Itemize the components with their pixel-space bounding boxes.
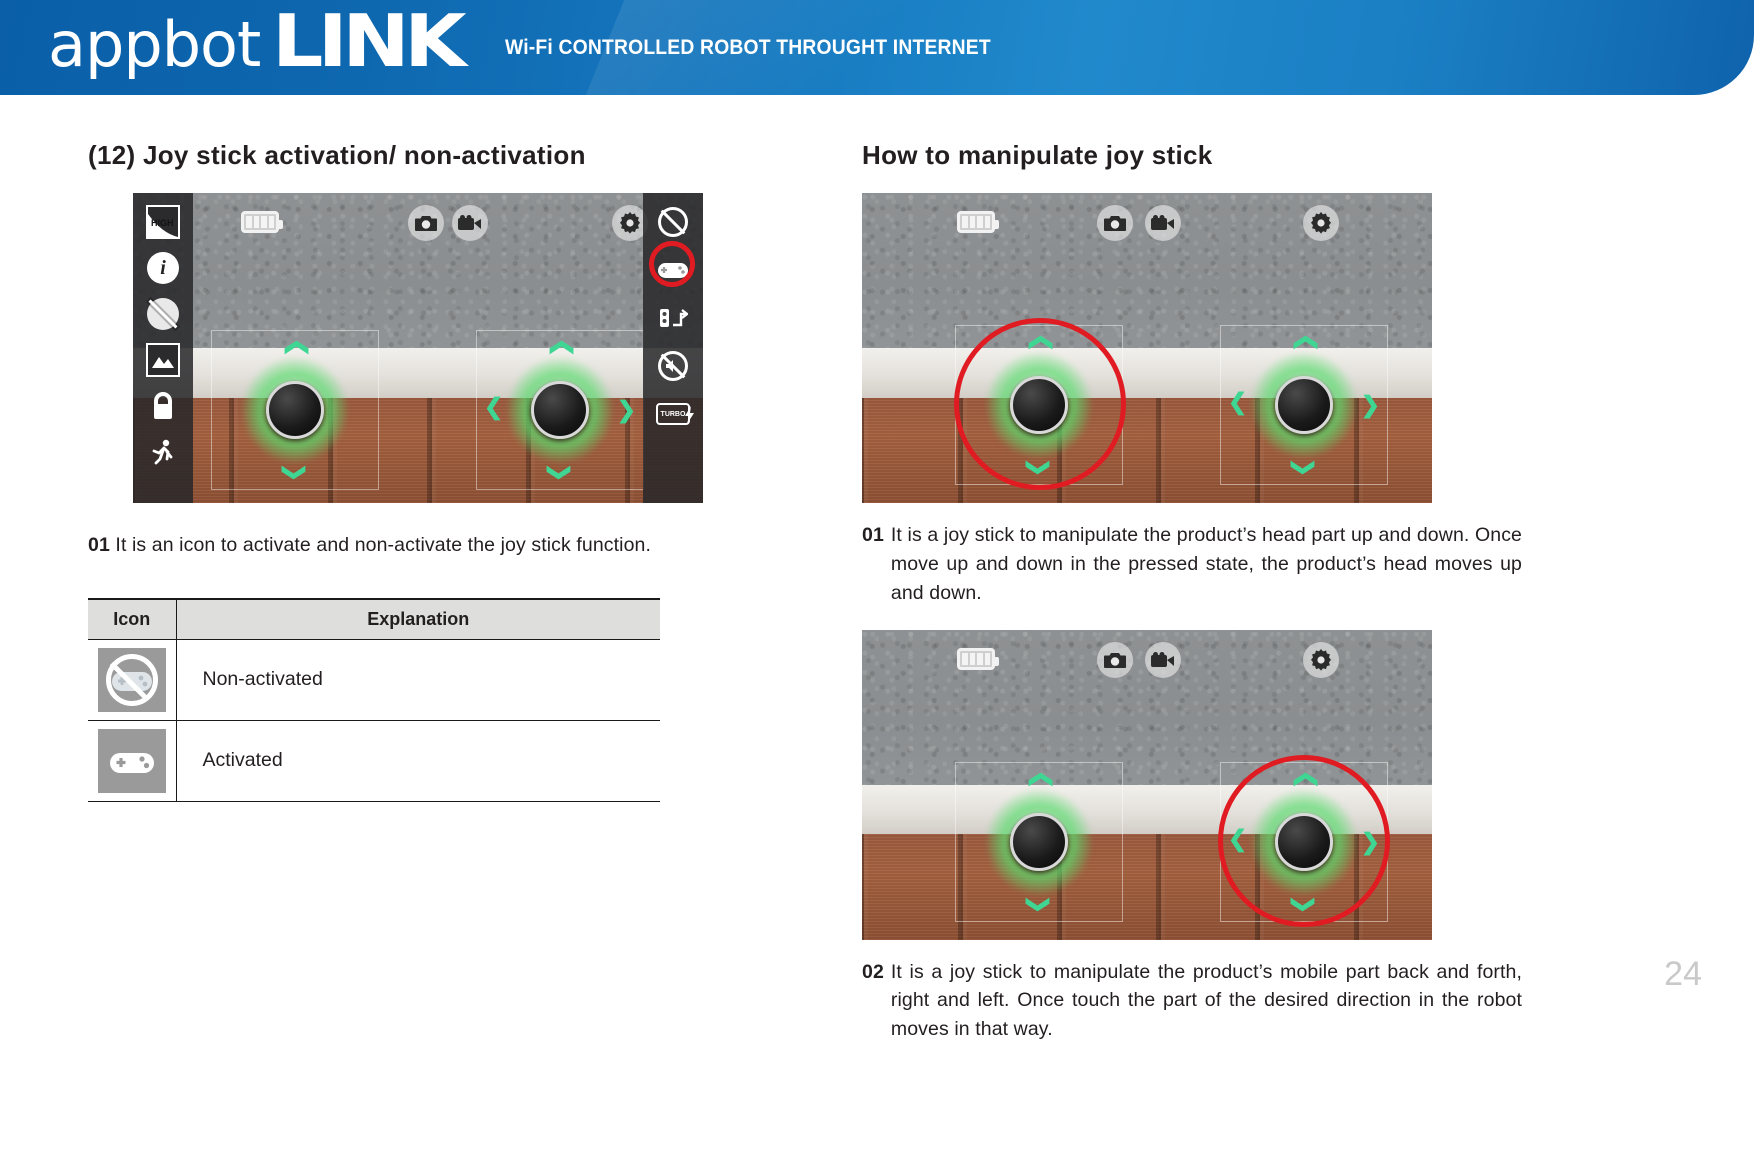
joystick-arrow-left-icon: ❯ bbox=[484, 397, 504, 424]
joystick-arrow-left-icon: ❯ bbox=[1228, 392, 1248, 419]
table-header-row: Icon Explanation bbox=[88, 597, 660, 640]
screenshot-head-joystick: ❯ ❯ ❯ ❯ ❯ ❯ bbox=[862, 193, 1432, 503]
app-top-bar bbox=[862, 203, 1432, 247]
gamepad-icon bbox=[97, 728, 166, 793]
page-header: appbot LINK Wi-Fi CONTROLLED ROBOT THROU… bbox=[0, 0, 1754, 95]
mute-icon[interactable] bbox=[654, 347, 692, 385]
robot-move-icon[interactable] bbox=[654, 299, 692, 337]
video-icon[interactable] bbox=[1145, 205, 1181, 241]
gear-icon[interactable] bbox=[1303, 641, 1339, 678]
joystick-arrow-right-icon: ❯ bbox=[1360, 828, 1380, 855]
page-body: (12) Joy stick activation/ non-activatio… bbox=[0, 95, 1754, 1166]
right-note-02-number: 02 bbox=[862, 960, 884, 983]
screenshot-move-joystick: ❯ ❯ ❯ ❯ ❯ ❯ bbox=[862, 629, 1432, 940]
right-joystick[interactable]: ❯ ❯ ❯ ❯ bbox=[1220, 761, 1388, 922]
brand-primary-text: appbot bbox=[48, 8, 261, 81]
table-cell-icon bbox=[88, 639, 177, 721]
joystick-knob[interactable] bbox=[531, 381, 589, 439]
joystick-arrow-up-icon: ❯ bbox=[1025, 332, 1052, 353]
brand-secondary-text: LINK bbox=[272, 0, 467, 83]
right-joystick[interactable]: ❯ ❯ ❯ ❯ bbox=[1220, 325, 1388, 485]
gallery-icon[interactable] bbox=[144, 341, 182, 379]
speed-boost-icon[interactable]: TURBO bbox=[654, 395, 694, 433]
right-joystick[interactable]: ❯ ❯ ❯ ❯ bbox=[476, 330, 644, 490]
camera-icon[interactable] bbox=[408, 205, 444, 241]
table-header-icon: Icon bbox=[88, 597, 177, 640]
joystick-knob[interactable] bbox=[1275, 376, 1333, 434]
right-note-02: 02 It is a joy stick to manipulate the p… bbox=[862, 958, 1522, 1045]
left-joystick[interactable]: ❯ ❯ bbox=[955, 325, 1123, 485]
brand-logo: appbot LINK bbox=[48, 5, 467, 81]
table-row: Activated bbox=[88, 720, 660, 802]
left-section-title: (12) Joy stick activation/ non-activatio… bbox=[88, 140, 586, 170]
joystick-arrow-up-icon: ❯ bbox=[1290, 332, 1317, 353]
prohibition-ring-icon bbox=[105, 653, 158, 706]
left-note-01: 01 It is an icon to activate and non-act… bbox=[88, 531, 708, 560]
joystick-arrow-up-icon: ❯ bbox=[546, 337, 573, 358]
no-photo-icon[interactable] bbox=[144, 295, 182, 333]
camera-icon[interactable] bbox=[1097, 205, 1133, 241]
lock-icon[interactable] bbox=[144, 387, 182, 425]
joystick-arrow-up-icon: ❯ bbox=[1025, 769, 1052, 789]
joystick-arrow-down-icon: ❯ bbox=[1291, 457, 1318, 478]
right-note-01-number: 01 bbox=[862, 524, 884, 546]
table-row: Non-activated bbox=[88, 639, 660, 721]
joystick-arrow-right-icon: ❯ bbox=[1360, 391, 1380, 418]
joystick-knob[interactable] bbox=[1275, 812, 1333, 871]
app-left-sidebar: HIGH i bbox=[133, 193, 193, 503]
header-tagline: Wi-Fi CONTROLLED ROBOT THROUGHT INTERNET bbox=[505, 36, 991, 59]
joystick-arrow-up-icon: ❯ bbox=[281, 337, 308, 358]
page-number: 24 bbox=[1664, 955, 1702, 993]
app-top-bar bbox=[193, 203, 648, 247]
joystick-arrow-up-icon: ❯ bbox=[1290, 769, 1317, 789]
camera-icon[interactable] bbox=[1097, 641, 1133, 678]
no-signal-icon[interactable] bbox=[654, 203, 692, 241]
hd-quality-icon[interactable]: HIGH bbox=[144, 203, 182, 241]
left-note-number: 01 bbox=[88, 534, 110, 556]
right-note-01: 01 It is a joy stick to manipulate the p… bbox=[862, 521, 1522, 608]
left-column: (12) Joy stick activation/ non-activatio… bbox=[88, 140, 708, 802]
right-section-title: How to manipulate joy stick bbox=[862, 140, 1213, 170]
gamepad-disabled-icon bbox=[97, 647, 166, 712]
joystick-arrow-down-icon: ❯ bbox=[1026, 894, 1053, 914]
app-right-sidebar: TURBO bbox=[643, 193, 703, 503]
joystick-arrow-down-icon: ❯ bbox=[547, 462, 574, 483]
left-note-text: It is an icon to activate and non-activa… bbox=[115, 534, 651, 556]
table-header-explanation: Explanation bbox=[176, 597, 660, 640]
table-cell-explanation: Activated bbox=[176, 720, 660, 802]
screenshot-joystick-toggle: HIGH i TURBO ❯ ❯ ❯ ❯ ❯ ❯ bbox=[133, 193, 703, 503]
joystick-arrow-left-icon: ❯ bbox=[1228, 829, 1248, 856]
left-joystick[interactable]: ❯ ❯ bbox=[211, 330, 379, 490]
video-icon[interactable] bbox=[1145, 641, 1181, 678]
joystick-arrow-right-icon: ❯ bbox=[616, 396, 636, 423]
joystick-arrow-down-icon: ❯ bbox=[1291, 894, 1318, 914]
right-note-02-text: It is a joy stick to manipulate the prod… bbox=[890, 960, 1522, 1041]
joystick-arrow-down-icon: ❯ bbox=[282, 462, 309, 483]
battery-icon bbox=[241, 211, 283, 233]
left-joystick[interactable]: ❯ ❯ bbox=[955, 761, 1123, 922]
joystick-arrow-down-icon: ❯ bbox=[1026, 457, 1053, 478]
joystick-knob[interactable] bbox=[1010, 376, 1068, 434]
app-top-bar bbox=[862, 640, 1432, 684]
gamepad-icon[interactable] bbox=[654, 251, 692, 289]
right-column: How to manipulate joy stick ❯ ❯ ❯ ❯ ❯ ❯ … bbox=[862, 140, 1522, 1044]
table-cell-explanation: Non-activated bbox=[176, 639, 660, 721]
table-cell-icon bbox=[88, 720, 177, 802]
right-note-01-text: It is a joy stick to manipulate the prod… bbox=[890, 524, 1522, 604]
video-icon[interactable] bbox=[452, 205, 488, 241]
icon-explanation-table: Icon Explanation Non-activated Activated bbox=[88, 597, 660, 802]
info-icon[interactable]: i bbox=[144, 249, 182, 287]
joystick-knob[interactable] bbox=[1010, 812, 1068, 871]
battery-icon bbox=[957, 211, 999, 233]
battery-icon bbox=[957, 647, 999, 670]
gear-icon[interactable] bbox=[1303, 205, 1339, 241]
run-icon[interactable] bbox=[144, 433, 182, 471]
joystick-knob[interactable] bbox=[266, 381, 324, 439]
